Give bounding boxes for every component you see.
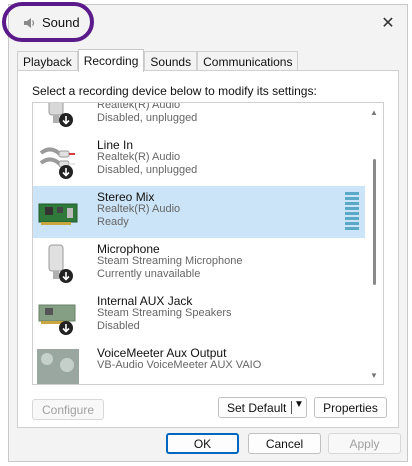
device-description: Steam Streaming Speakers bbox=[97, 307, 232, 319]
device-row-microphone-realtek[interactable]: Realtek(R) Audio Disabled, unplugged bbox=[33, 102, 365, 134]
set-default-label: Set Default bbox=[227, 400, 287, 415]
scroll-thumb[interactable] bbox=[373, 159, 376, 285]
close-icon: ✕ bbox=[381, 15, 395, 32]
device-status: Ready bbox=[97, 216, 129, 228]
tab-sounds[interactable]: Sounds bbox=[144, 51, 198, 72]
device-row-internal-aux-jack[interactable]: Internal AUX Jack Steam Streaming Speake… bbox=[33, 290, 365, 342]
dropdown-arrow-icon[interactable]: ▼ bbox=[294, 399, 304, 410]
scroll-up-arrow-icon[interactable]: ▲ bbox=[365, 105, 383, 119]
device-description: Realtek(R) Audio bbox=[97, 203, 181, 215]
device-status: Disabled bbox=[97, 320, 140, 332]
tab-recording[interactable]: Recording bbox=[77, 49, 145, 72]
properties-button[interactable]: Properties bbox=[314, 397, 387, 418]
title-annotation-highlight bbox=[2, 2, 94, 42]
sound-card-icon bbox=[37, 191, 79, 233]
microphone-icon bbox=[37, 103, 79, 129]
microphone-icon bbox=[37, 243, 79, 285]
configure-button[interactable]: Configure bbox=[32, 399, 104, 420]
device-row-stereo-mix[interactable]: Stereo Mix Realtek(R) Audio Ready bbox=[33, 186, 365, 238]
close-button[interactable]: ✕ bbox=[375, 11, 401, 35]
scroll-down-arrow-icon[interactable]: ▼ bbox=[365, 368, 383, 382]
device-status: Currently unavailable bbox=[97, 268, 201, 280]
device-row-microphone-steam[interactable]: Microphone Steam Streaming Microphone Cu… bbox=[33, 238, 365, 290]
recording-panel: Select a recording device below to modif… bbox=[17, 70, 399, 428]
set-default-split-button[interactable]: Set Default ▼ bbox=[218, 397, 307, 418]
sound-card-icon bbox=[37, 295, 79, 337]
sound-dialog: Sound ✕ Playback Recording Sounds Commun… bbox=[8, 4, 408, 462]
tab-playback[interactable]: Playback bbox=[17, 51, 78, 72]
instruction-text: Select a recording device below to modif… bbox=[32, 84, 317, 98]
ok-button[interactable]: OK bbox=[166, 433, 239, 454]
device-description: Realtek(R) Audio bbox=[97, 102, 181, 111]
device-name: Stereo Mix bbox=[97, 190, 155, 204]
cancel-button[interactable]: Cancel bbox=[248, 433, 321, 454]
device-status: Disabled, unplugged bbox=[97, 112, 198, 124]
device-list[interactable]: Realtek(R) Audio Disabled, unplugged Lin… bbox=[32, 102, 384, 385]
device-list-scrollbar[interactable]: ▲ ▼ bbox=[365, 103, 383, 384]
device-description: VB-Audio VoiceMeeter AUX VAIO bbox=[97, 359, 262, 371]
device-row-voicemeeter-aux[interactable]: VoiceMeeter Aux Output VB-Audio VoiceMee… bbox=[33, 342, 365, 384]
split-divider bbox=[291, 401, 292, 414]
device-name: Internal AUX Jack bbox=[97, 294, 193, 308]
tab-strip: Playback Recording Sounds Communications bbox=[17, 49, 299, 72]
device-status: Disabled, unplugged bbox=[97, 164, 198, 176]
device-name: VoiceMeeter Aux Output bbox=[97, 346, 227, 360]
apply-button[interactable]: Apply bbox=[328, 433, 401, 454]
device-name: Microphone bbox=[97, 242, 160, 256]
device-description: Realtek(R) Audio bbox=[97, 151, 181, 163]
device-description: Steam Streaming Microphone bbox=[97, 255, 243, 267]
device-name: Line In bbox=[97, 138, 134, 152]
level-meter bbox=[345, 191, 359, 233]
line-in-cable-icon bbox=[37, 139, 79, 181]
voicemeeter-icon bbox=[37, 347, 79, 384]
device-row-line-in[interactable]: Line In Realtek(R) Audio Disabled, unplu… bbox=[33, 134, 365, 186]
tab-communications[interactable]: Communications bbox=[197, 51, 299, 72]
